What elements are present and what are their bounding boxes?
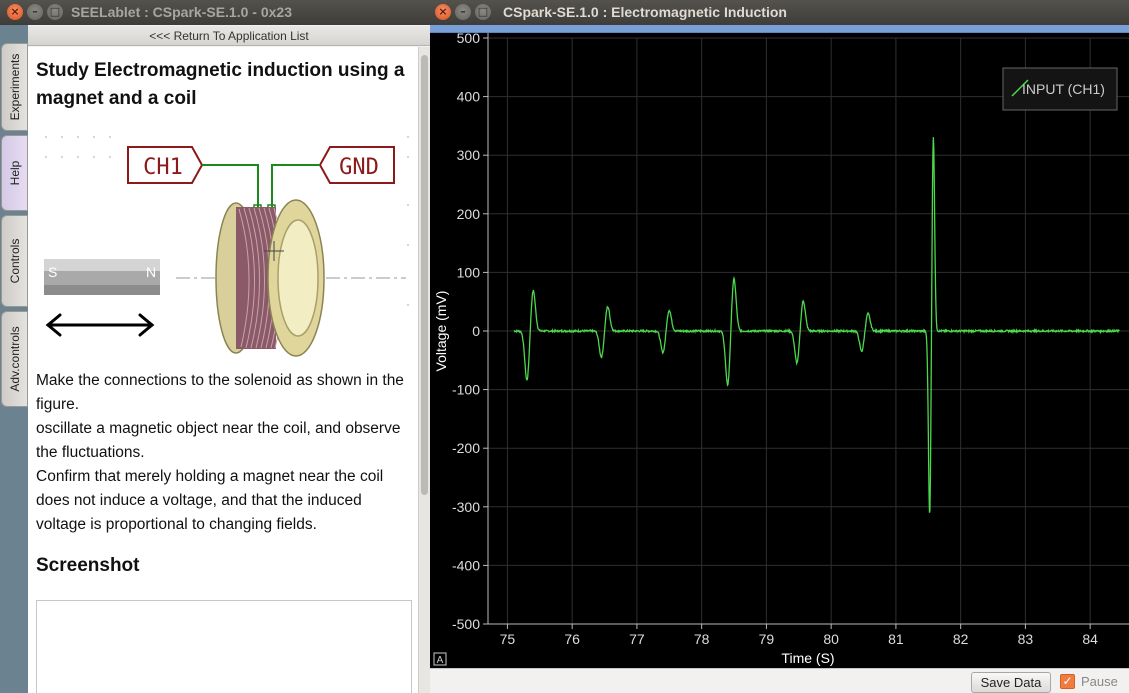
side-tab-bar: Experiments Help Controls Adv.controls — [0, 25, 28, 693]
voltage-chart[interactable]: 5004003002001000-100-200-300-400-500 75 7… — [430, 33, 1129, 668]
left-titlebar: × – □ SEELablet : CSpark-SE.1.0 - 0x23 — [0, 0, 430, 25]
screenshot-heading: Screenshot — [36, 555, 140, 576]
y-tick-label: 500 — [457, 33, 481, 46]
legend[interactable]: INPUT (CH1) — [1002, 67, 1118, 111]
y-tick-label: 300 — [457, 147, 481, 163]
x-tick-label: 84 — [1082, 631, 1098, 647]
help-scrollbar[interactable] — [418, 47, 430, 693]
y-tick-label: -300 — [452, 499, 480, 515]
ch1-wire — [202, 164, 259, 207]
autoscale-label: A — [437, 655, 444, 666]
help-paragraph: oscillate a magnetic object near the coi… — [36, 420, 401, 461]
x-tick-label: 76 — [564, 631, 580, 647]
tab-controls[interactable]: Controls — [1, 215, 28, 307]
save-data-button[interactable]: Save Data — [971, 672, 1051, 693]
maximize-button[interactable]: □ — [47, 4, 63, 20]
gnd-label: GND — [339, 155, 379, 180]
minimize-button[interactable]: – — [455, 4, 471, 20]
tab-adv-controls[interactable]: Adv.controls — [1, 311, 28, 407]
input-ch1-trace — [513, 137, 1120, 513]
pause-label: Pause — [1081, 674, 1118, 689]
coil — [215, 199, 325, 357]
y-tick-label: 0 — [472, 323, 480, 339]
y-axis-label: Voltage (mV) — [433, 291, 449, 372]
magnet-s-label: S — [48, 264, 57, 280]
window-title: SEELablet : CSpark-SE.1.0 - 0x23 — [71, 4, 292, 20]
tab-experiments-label: Experiments — [7, 53, 22, 121]
x-tick-label: 83 — [1018, 631, 1034, 647]
tab-experiments[interactable]: Experiments — [1, 43, 28, 131]
plot-window: × – □ CSpark-SE.1.0 : Electromagnetic In… — [430, 0, 1129, 693]
toolbar-strip — [430, 25, 1129, 33]
y-tick-labels: 500 400 300 200 100 0 -100 -200 -300 -400 -500 — [452, 33, 480, 632]
x-tick-label: 79 — [759, 631, 775, 647]
legend-label: INPUT (CH1) — [1022, 81, 1105, 97]
double-arrow-icon — [45, 313, 155, 337]
maximize-button[interactable]: □ — [475, 4, 491, 20]
help-title: Study Electromagnetic induction using a … — [36, 60, 405, 109]
x-tick-label: 81 — [888, 631, 904, 647]
x-tick-label: 82 — [953, 631, 969, 647]
x-tick-label: 80 — [823, 631, 839, 647]
tab-help[interactable]: Help — [1, 135, 28, 211]
ch1-label: CH1 — [143, 155, 183, 180]
window-title: CSpark-SE.1.0 : Electromagnetic Inductio… — [503, 4, 787, 20]
bottom-toolbar: Save Data ✓ Pause — [430, 668, 1129, 693]
minimize-button[interactable]: – — [27, 4, 43, 20]
close-button[interactable]: × — [435, 4, 451, 20]
y-tick-label: -400 — [452, 557, 480, 573]
autoscale-button[interactable]: A — [433, 652, 447, 666]
help-paragraph: Confirm that merely holding a magnet nea… — [36, 468, 384, 533]
help-paragraph: Make the connections to the solenoid as … — [36, 372, 404, 413]
right-titlebar: × – □ CSpark-SE.1.0 : Electromagnetic In… — [430, 0, 1129, 25]
y-tick-label: 400 — [457, 89, 481, 105]
tab-help-label: Help — [7, 160, 22, 186]
close-button[interactable]: × — [7, 4, 23, 20]
help-pane: Study Electromagnetic induction using a … — [28, 47, 418, 693]
x-tick-labels: 75 76 77 78 79 80 81 82 83 84 — [500, 631, 1099, 647]
y-tick-label: 100 — [457, 264, 481, 280]
scroll-thumb[interactable] — [421, 55, 428, 495]
screenshot-frame — [36, 600, 412, 693]
plot-area[interactable]: 500 400 300 200 100 0 -100 -200 -300 -400 -500 75 7… — [430, 33, 1129, 668]
x-tick-label: 78 — [694, 631, 710, 647]
y-tick-label: -500 — [452, 616, 480, 632]
pause-checkbox[interactable]: ✓ — [1060, 674, 1075, 689]
seelablet-window: × – □ SEELablet : CSpark-SE.1.0 - 0x23 E… — [0, 0, 430, 693]
magnet: S N — [44, 259, 160, 295]
return-to-app-list-button[interactable]: <<< Return To Application List — [28, 26, 430, 46]
tab-adv-controls-label: Adv.controls — [7, 326, 22, 392]
y-tick-label: -100 — [452, 382, 480, 398]
magnet-n-label: N — [146, 264, 156, 280]
help-text: Make the connections to the solenoid as … — [36, 369, 416, 537]
coil-diagram: CH1 GND S N — [44, 136, 409, 357]
y-tick-label: -200 — [452, 440, 480, 456]
x-tick-label: 75 — [500, 631, 516, 647]
x-tick-label: 77 — [629, 631, 645, 647]
x-axis-label: Time (S) — [781, 650, 834, 666]
tab-controls-label: Controls — [7, 238, 22, 284]
y-tick-label: 200 — [457, 206, 481, 222]
